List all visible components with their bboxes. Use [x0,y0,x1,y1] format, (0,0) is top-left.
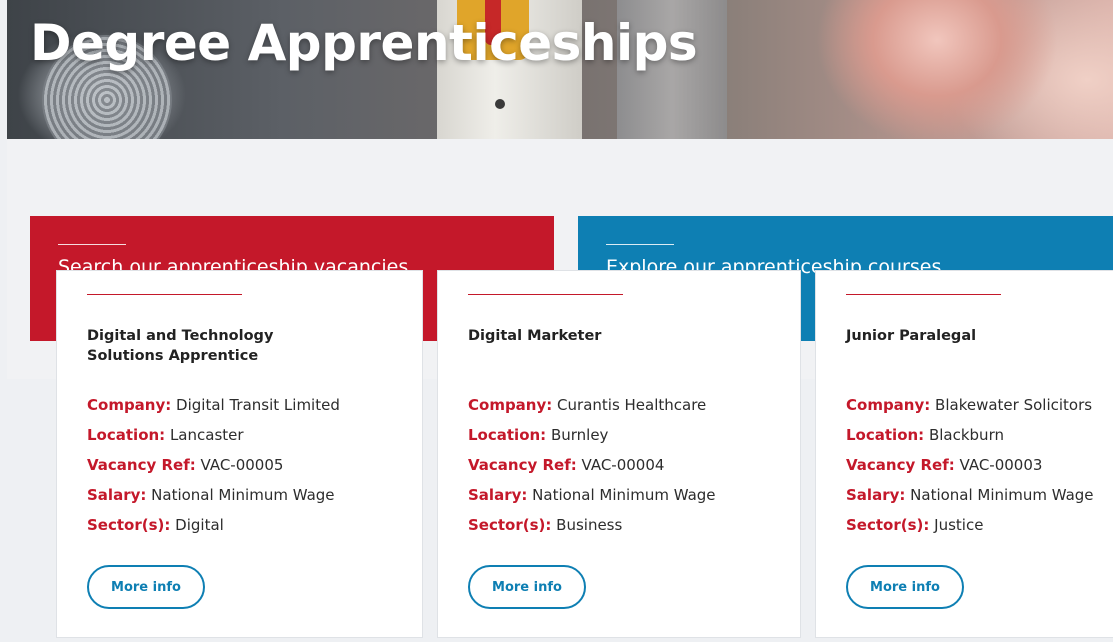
ref-row: Vacancy Ref: VAC-00005 [87,450,340,480]
sectors-row: Sector(s): Digital [87,510,340,540]
location-row: Location: Blackburn [846,420,1094,450]
location-label: Location: [87,426,166,444]
vacancy-card: Digital and Technology Solutions Apprent… [56,270,423,638]
company-row: Company: Blakewater Solicitors [846,390,1094,420]
card-divider [468,294,623,295]
sectors-value: Digital [175,516,224,534]
more-info-button[interactable]: More info [468,565,586,609]
company-row: Company: Digital Transit Limited [87,390,340,420]
card-divider [87,294,242,295]
ref-row: Vacancy Ref: VAC-00004 [468,450,716,480]
company-value: Blakewater Solicitors [935,396,1093,414]
company-label: Company: [846,396,931,414]
page-title: Degree Apprenticeships [30,14,698,72]
salary-value: National Minimum Wage [910,486,1094,504]
vacancy-title: Junior Paralegal [846,328,977,344]
company-label: Company: [468,396,553,414]
location-value: Burnley [550,426,609,444]
salary-value: National Minimum Wage [532,486,716,504]
location-row: Location: Burnley [468,420,716,450]
salary-row: Salary: National Minimum Wage [87,480,340,510]
hero-banner: Degree Apprenticeships [7,0,1113,139]
vacancy-card: Digital Marketer Company: Curantis Healt… [437,270,801,638]
company-label: Company: [87,396,172,414]
location-label: Location: [468,426,547,444]
sectors-row: Sector(s): Business [468,510,716,540]
salary-value: National Minimum Wage [151,486,335,504]
location-value: Blackburn [928,426,1004,444]
hero-image-knob [495,99,505,109]
location-label: Location: [846,426,925,444]
salary-row: Salary: National Minimum Wage [846,480,1094,510]
sectors-label: Sector(s): [846,516,930,534]
company-row: Company: Curantis Healthcare [468,390,716,420]
ref-label: Vacancy Ref: [468,456,577,474]
salary-label: Salary: [87,486,147,504]
salary-label: Salary: [468,486,528,504]
location-row: Location: Lancaster [87,420,340,450]
ref-row: Vacancy Ref: VAC-00003 [846,450,1094,480]
tile-divider [606,244,674,245]
ref-value: VAC-00004 [581,456,665,474]
vacancy-details: Company: Blakewater Solicitors Location:… [846,390,1094,540]
vacancy-details: Company: Digital Transit Limited Locatio… [87,390,340,540]
salary-row: Salary: National Minimum Wage [468,480,716,510]
sectors-value: Business [556,516,623,534]
ref-value: VAC-00005 [200,456,284,474]
sectors-label: Sector(s): [87,516,171,534]
vacancy-title: Digital Marketer [468,328,602,344]
ref-label: Vacancy Ref: [846,456,955,474]
tile-divider [58,244,126,245]
company-value: Digital Transit Limited [176,396,340,414]
sectors-value: Justice [934,516,984,534]
more-info-button[interactable]: More info [87,565,205,609]
card-divider [846,294,1001,295]
sectors-label: Sector(s): [468,516,552,534]
location-value: Lancaster [169,426,244,444]
vacancy-details: Company: Curantis Healthcare Location: B… [468,390,716,540]
vacancy-card: Junior Paralegal Company: Blakewater Sol… [815,270,1113,638]
more-info-button[interactable]: More info [846,565,964,609]
ref-label: Vacancy Ref: [87,456,196,474]
salary-label: Salary: [846,486,906,504]
vacancy-title: Digital and Technology Solutions Apprent… [87,328,274,364]
sectors-row: Sector(s): Justice [846,510,1094,540]
company-value: Curantis Healthcare [557,396,707,414]
ref-value: VAC-00003 [959,456,1043,474]
